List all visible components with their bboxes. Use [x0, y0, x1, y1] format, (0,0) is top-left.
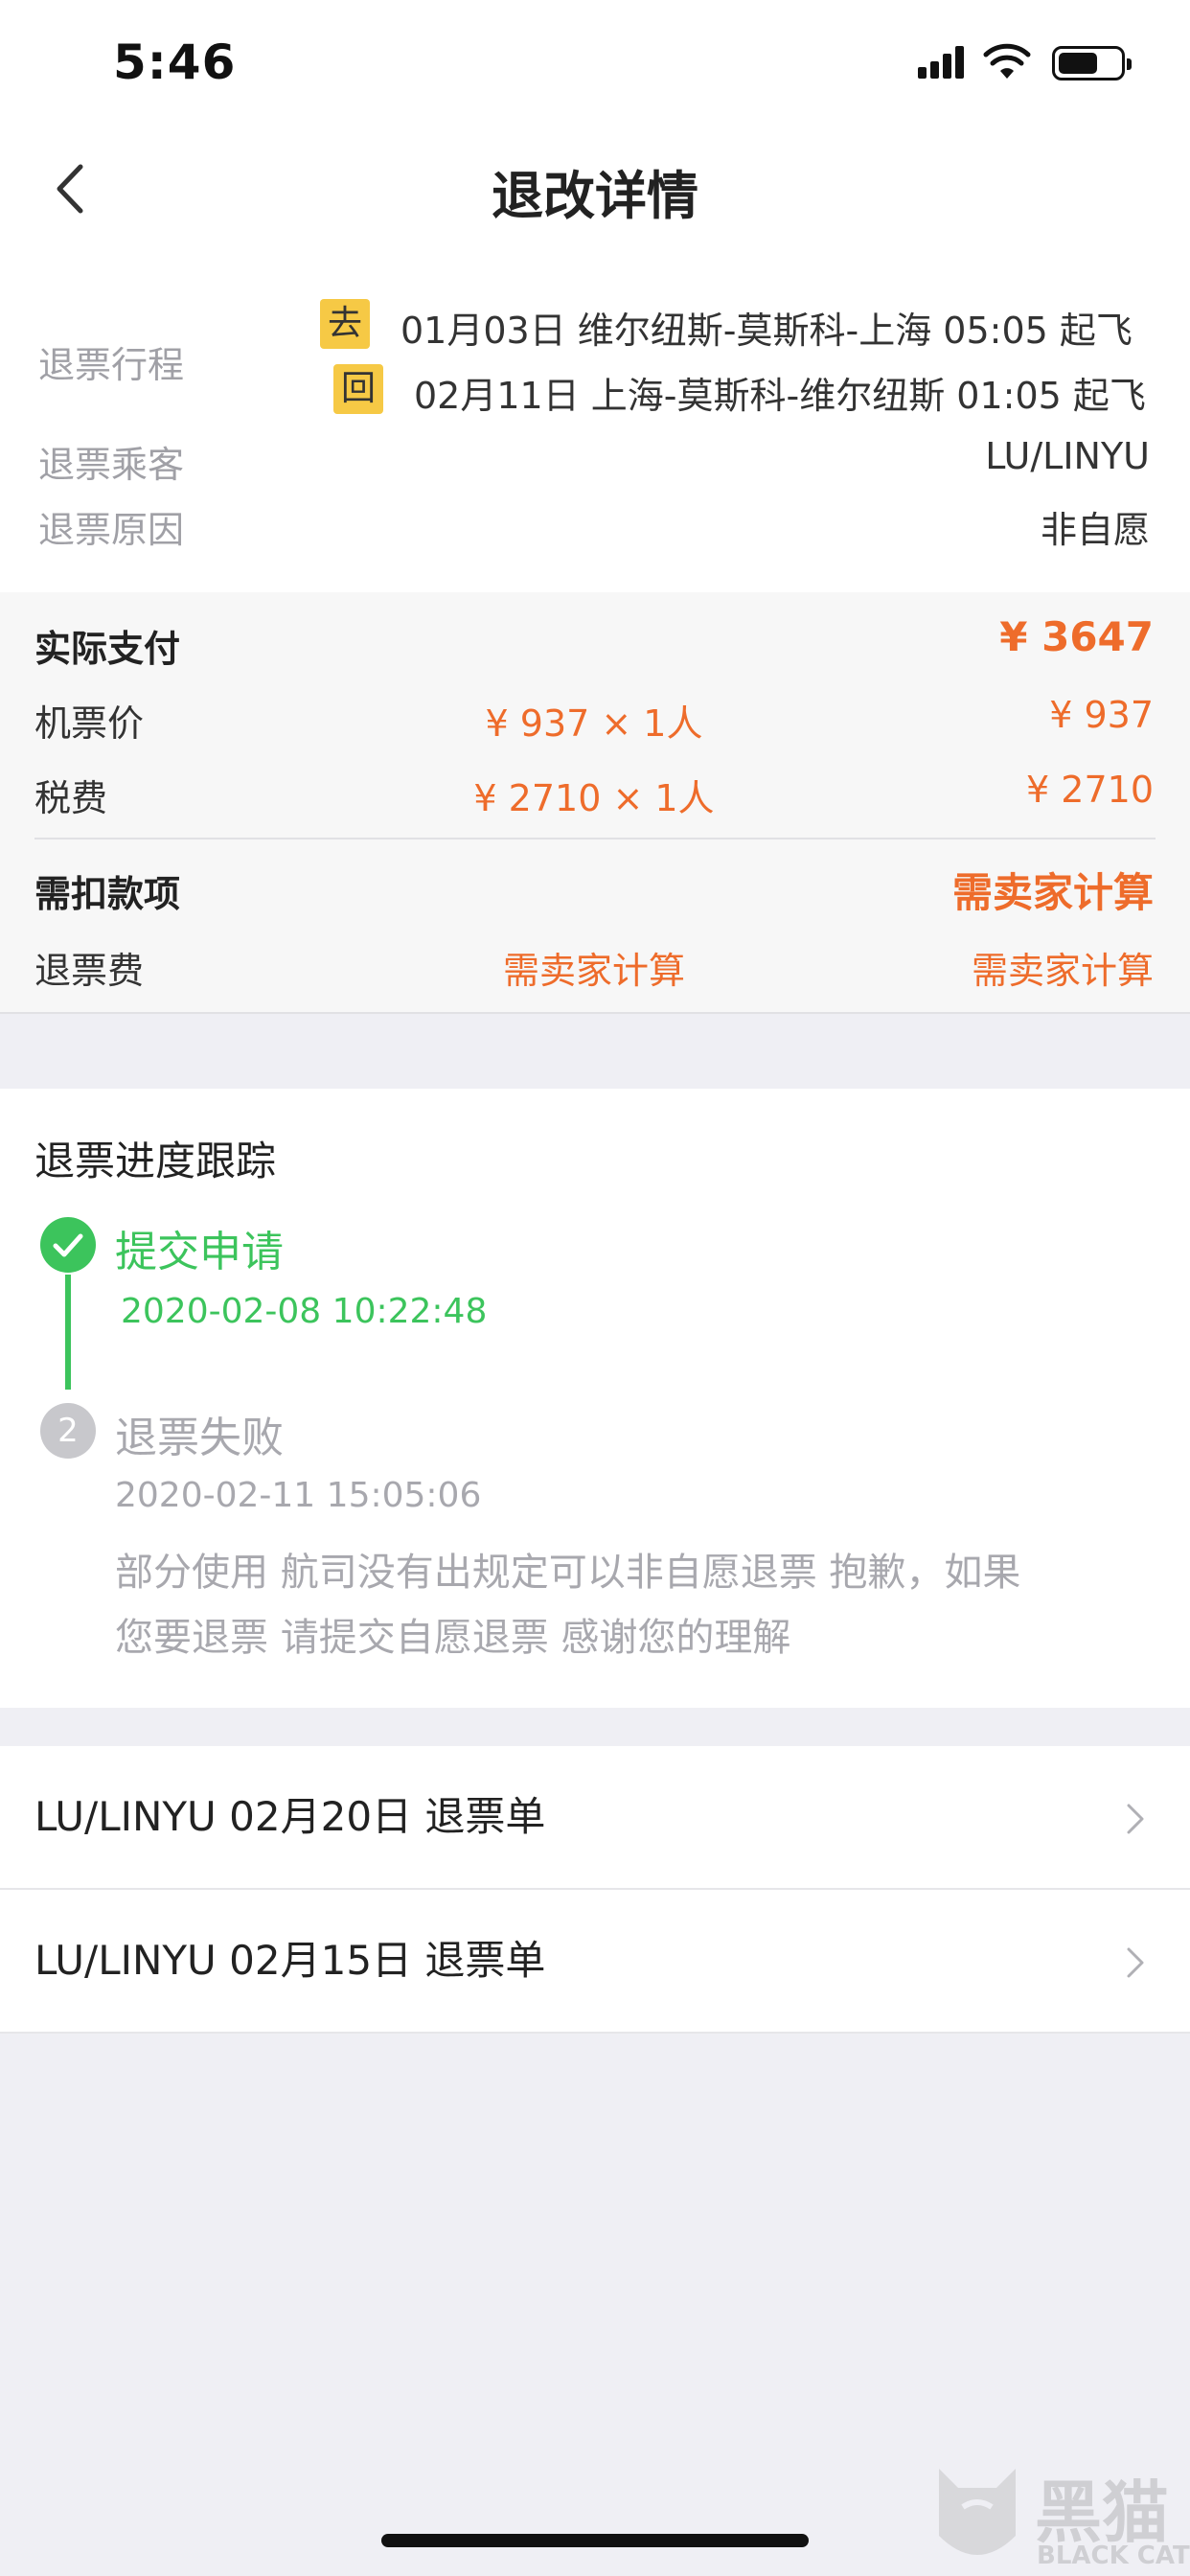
refund-fee-label: 退票费 — [34, 950, 145, 992]
battery-icon — [1052, 46, 1132, 80]
step1-title: 提交申请 — [115, 1228, 284, 1276]
reason-label: 退票原因 — [38, 509, 185, 551]
refund-fee-total: 需卖家计算 — [971, 950, 1154, 992]
refund-order-label[interactable]: LU/LINYU 02月20日 退票单 — [34, 1746, 545, 1888]
outbound-badge: 去 — [320, 299, 370, 349]
step2-desc-line2: 您要退票 请提交自愿退票 感谢您的理解 — [115, 1616, 791, 1660]
reason-value: 非自愿 — [1040, 509, 1150, 551]
step1-time: 2020-02-08 10:22:48 — [121, 1292, 488, 1331]
ticket-price-label: 机票价 — [34, 702, 145, 745]
watermark-sub: BLACK CAT — [1037, 2542, 1190, 2570]
step2-title: 退票失败 — [115, 1414, 284, 1462]
step2-desc-line1: 部分使用 航司没有出规定可以非自愿退票 抱歉，如果 — [115, 1551, 1021, 1595]
list-divider — [0, 2032, 1190, 2034]
deduct-value: 需卖家计算 — [951, 869, 1154, 916]
progress-title: 退票进度跟踪 — [34, 1138, 277, 1184]
status-time: 5:46 — [113, 34, 237, 90]
return-route: 02月11日 上海-莫斯科-维尔纽斯 01:05 起飞 — [414, 375, 1146, 417]
ticket-price-unit: ¥ 937 × 1人 — [485, 702, 703, 745]
step-connector — [65, 1275, 71, 1390]
outbound-route: 01月03日 维尔纽斯-莫斯科-上海 05:05 起飞 — [400, 310, 1133, 352]
step2-time: 2020-02-11 15:05:06 — [115, 1476, 482, 1515]
price-divider — [34, 838, 1156, 840]
refund-fee-unit: 需卖家计算 — [502, 950, 685, 992]
step-complete-icon — [40, 1217, 96, 1273]
signal-icon — [918, 44, 968, 79]
actual-pay-value: ¥ 3647 — [999, 613, 1154, 660]
trip-label: 退票行程 — [38, 344, 185, 386]
page-title: 退改详情 — [492, 166, 698, 226]
ticket-price-total: ¥ 937 — [1049, 694, 1154, 736]
return-badge: 回 — [333, 364, 383, 414]
blackcat-watermark: 黑猫 BLACK CAT — [929, 2459, 1190, 2576]
passenger-label: 退票乘客 — [38, 444, 185, 486]
passenger-value: LU/LINYU — [985, 435, 1150, 477]
wifi-icon — [983, 43, 1031, 79]
step-number-icon: 2 — [40, 1403, 96, 1459]
tax-total: ¥ 2710 — [1026, 769, 1154, 811]
chevron-right-icon — [1127, 1947, 1144, 1978]
tax-label: 税费 — [34, 777, 108, 819]
home-indicator[interactable] — [381, 2534, 809, 2547]
tax-unit: ¥ 2710 × 1人 — [473, 777, 715, 819]
refund-order-label[interactable]: LU/LINYU 02月15日 退票单 — [34, 1890, 545, 2032]
deduct-label: 需扣款项 — [34, 873, 181, 915]
actual-pay-label: 实际支付 — [34, 628, 181, 670]
chevron-right-icon — [1127, 1804, 1144, 1834]
